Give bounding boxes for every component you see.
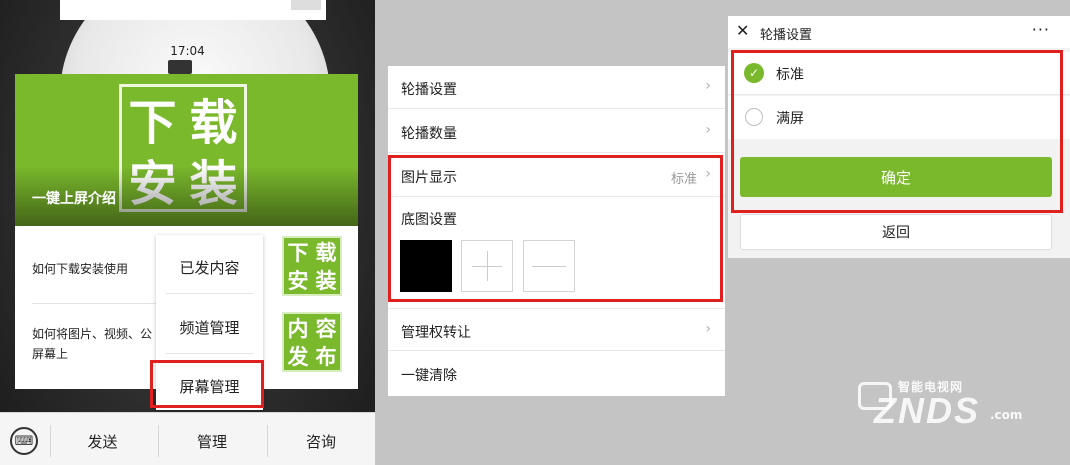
banner-caption: 一键上屏介绍 [32,191,116,207]
chevron-right-icon: › [705,78,711,94]
close-icon[interactable]: ✕ [736,21,749,40]
list-item-title-line2: 屏幕上 [32,347,69,361]
list-item-title: 如何下载安装使用 [32,262,129,276]
divider [166,293,253,294]
highlight-box [150,360,264,408]
logo-char: 发 [287,344,309,369]
logo-char: 装 [315,268,337,293]
watermark-big: ZNDS [874,390,980,431]
logo-char: 下 [287,240,309,265]
more-icon[interactable]: ··· [1032,20,1050,39]
item-label: 轮播数量 [401,126,457,142]
highlight-box [388,155,723,302]
divider [32,303,172,304]
logo-char: 容 [315,316,337,341]
top-card-tab [291,0,321,10]
logo-char: 布 [315,344,337,369]
logo-char: 安 [287,268,309,293]
top-card [60,0,326,20]
dialog-title: 轮播设置 [760,28,813,43]
watermark-suffix: .com [990,408,1023,422]
transfer-admin-item[interactable]: 管理权转让 › [388,308,725,351]
logo-char: 载 [315,240,337,265]
highlight-box [731,50,1063,213]
divider [166,353,253,354]
clear-all-item[interactable]: 一键清除 [388,352,725,395]
keyboard-icon[interactable]: ⌨ [10,427,38,455]
logo-char: 下 [128,94,177,151]
item-label: 管理权转让 [401,325,471,341]
status-time: 17:04 [170,44,205,58]
list-item[interactable]: 如何下载安装使用 [32,260,128,277]
item-label: 轮播设置 [401,82,457,98]
carousel-settings-item[interactable]: 轮播设置 › [388,66,725,109]
logo-char: 内 [287,316,309,341]
item-label: 一键清除 [401,368,457,384]
download-install-thumbnail[interactable]: 下 载 安 装 [282,236,342,296]
chevron-right-icon: › [705,321,711,337]
menu-item-published[interactable]: 已发内容 [156,257,263,278]
logo-char: 载 [189,94,238,151]
back-button[interactable]: 返回 [740,214,1052,250]
chevron-right-icon: › [705,122,711,138]
list-item-title: 如何将图片、视频、公 [32,327,153,341]
banner[interactable]: 下 载 安 装 一键上屏介绍 [15,74,358,226]
znds-watermark: 智能电视网 ZNDS .com [858,370,1038,431]
manage-menu-button[interactable]: 管理 [158,431,266,452]
menu-item-channel-manage[interactable]: 频道管理 [156,317,263,338]
camera-icon [168,60,192,74]
carousel-count-item[interactable]: 轮播数量 › [388,110,725,153]
send-menu-button[interactable]: 发送 [50,431,155,452]
dialog-header: ✕ 轮播设置 ··· [728,16,1070,48]
bottom-menu-bar: ⌨ 发送 管理 咨询 [0,412,375,465]
content-publish-thumbnail[interactable]: 内 容 发 布 [282,312,342,372]
consult-menu-button[interactable]: 咨询 [267,431,375,452]
list-item[interactable]: 如何将图片、视频、公 屏幕上 [32,324,152,364]
chat-panel: 17:04 下 载 安 装 一键上屏介绍 如何下载安装使用 如何将图片、视频、公… [0,0,375,465]
